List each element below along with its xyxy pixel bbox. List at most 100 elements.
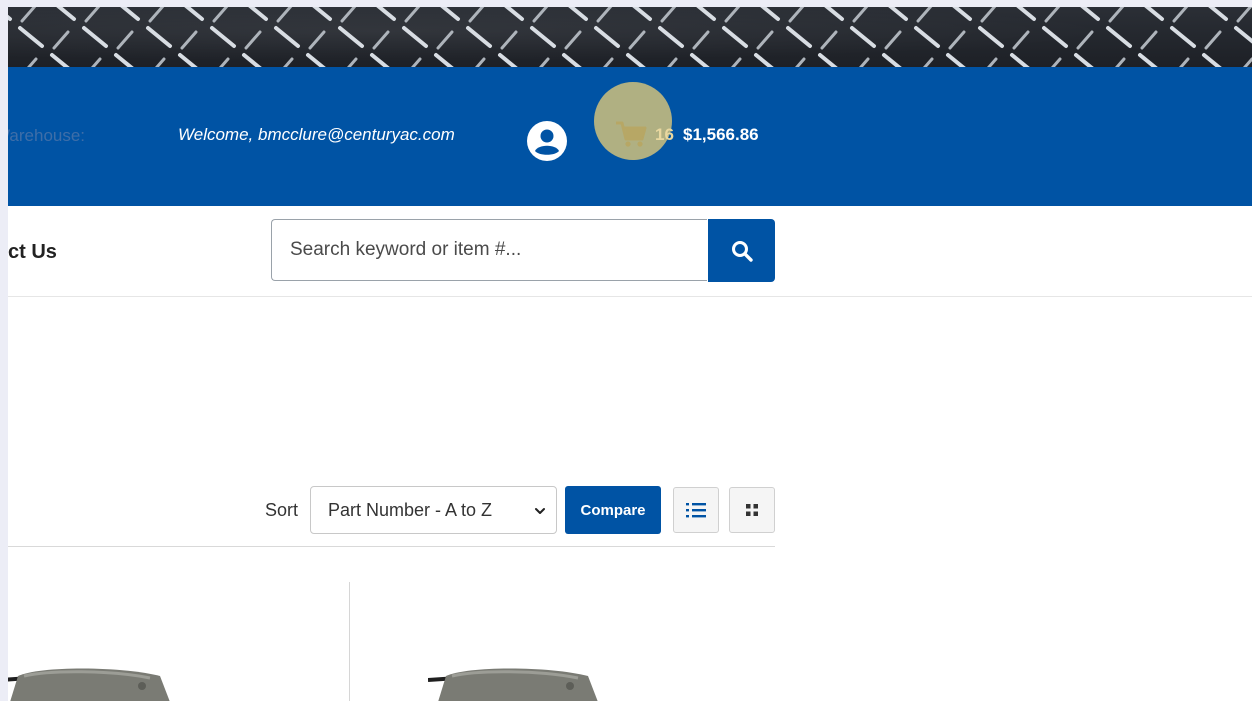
plate-streak bbox=[1106, 26, 1132, 48]
plate-streak bbox=[1042, 26, 1068, 48]
plate-streak bbox=[56, 7, 76, 21]
plate-streak bbox=[539, 57, 550, 67]
plate-streak bbox=[820, 30, 838, 50]
plate-streak bbox=[1170, 26, 1196, 48]
plate-streak bbox=[212, 7, 229, 23]
plate-streak bbox=[946, 53, 966, 67]
plate-streak bbox=[498, 53, 518, 67]
chevron-down-icon bbox=[534, 504, 546, 522]
plate-streak bbox=[120, 7, 140, 21]
plate-streak bbox=[178, 53, 198, 67]
search-input[interactable] bbox=[271, 219, 707, 281]
diamond-plate-pattern bbox=[8, 7, 1252, 67]
plate-streak bbox=[696, 7, 716, 21]
plate-streak bbox=[532, 7, 549, 23]
plate-streak bbox=[434, 53, 454, 67]
site-header: Warehouse: Welcome, bmcclure@centuryac.c… bbox=[8, 67, 1252, 206]
plate-streak bbox=[1051, 57, 1062, 67]
plate-streak bbox=[628, 30, 646, 50]
plate-streak bbox=[274, 26, 300, 48]
plate-streak bbox=[888, 7, 908, 21]
plate-streak bbox=[859, 57, 870, 67]
plate-streak bbox=[155, 57, 166, 67]
product-image-motor[interactable] bbox=[8, 662, 170, 701]
plate-streak bbox=[504, 7, 524, 21]
user-account-icon[interactable] bbox=[526, 120, 568, 162]
plate-streak bbox=[18, 26, 44, 48]
compare-button[interactable]: Compare bbox=[565, 486, 661, 534]
plate-streak bbox=[756, 30, 774, 50]
plate-streak bbox=[987, 57, 998, 67]
warehouse-label: Warehouse: bbox=[8, 126, 86, 145]
plate-streak bbox=[786, 26, 812, 48]
plate-streak bbox=[180, 30, 198, 50]
plate-streak bbox=[148, 7, 165, 23]
plate-streak bbox=[690, 53, 710, 67]
cart-count[interactable]: 16 bbox=[655, 125, 674, 145]
plate-streak bbox=[114, 53, 134, 67]
plate-streak bbox=[210, 26, 236, 48]
plate-streak bbox=[731, 57, 742, 67]
plate-streak bbox=[564, 30, 582, 50]
plate-streak bbox=[50, 53, 70, 67]
sort-select[interactable]: Part Number - A to Z bbox=[310, 486, 557, 534]
list-view-button[interactable] bbox=[673, 487, 719, 533]
plate-streak bbox=[530, 26, 556, 48]
plate-streak bbox=[466, 26, 492, 48]
plate-streak bbox=[8, 14, 12, 21]
plate-streak bbox=[248, 7, 268, 21]
plate-streak bbox=[500, 30, 518, 50]
shopping-cart-icon bbox=[614, 119, 648, 149]
grid-view-button[interactable] bbox=[729, 487, 775, 533]
plate-streak bbox=[91, 57, 102, 67]
diamond-plate-banner bbox=[8, 7, 1252, 67]
page: Warehouse: Welcome, bmcclure@centuryac.c… bbox=[8, 7, 1252, 701]
plate-streak bbox=[436, 30, 454, 50]
plate-streak bbox=[411, 57, 422, 67]
plate-streak bbox=[1138, 53, 1158, 67]
plate-streak bbox=[347, 57, 358, 67]
plate-streak bbox=[1179, 57, 1190, 67]
plate-streak bbox=[1208, 7, 1228, 21]
nav-link-contact-us[interactable]: ct Us bbox=[8, 241, 57, 264]
cart-total[interactable]: $1,566.86 bbox=[683, 125, 759, 145]
plate-streak bbox=[1108, 7, 1125, 23]
plate-streak bbox=[1115, 57, 1126, 67]
plate-streak bbox=[667, 57, 678, 67]
product-image-motor[interactable] bbox=[427, 662, 598, 701]
plate-streak bbox=[850, 26, 876, 48]
plate-streak bbox=[760, 7, 780, 21]
plate-streak bbox=[824, 7, 844, 21]
plate-streak bbox=[219, 57, 230, 67]
plate-streak bbox=[632, 7, 652, 21]
plate-streak bbox=[722, 26, 748, 48]
plate-streak bbox=[980, 7, 997, 23]
plate-streak bbox=[1144, 7, 1164, 21]
plate-streak bbox=[1140, 30, 1158, 50]
plate-streak bbox=[242, 53, 262, 67]
plate-streak bbox=[1044, 7, 1061, 23]
search-button[interactable] bbox=[708, 219, 775, 282]
plate-streak bbox=[952, 7, 972, 21]
plate-streak bbox=[852, 7, 869, 23]
plate-streak bbox=[626, 53, 646, 67]
plate-streak bbox=[283, 57, 294, 67]
plate-streak bbox=[1204, 30, 1222, 50]
sort-label: Sort bbox=[265, 500, 299, 520]
plate-streak bbox=[948, 30, 966, 50]
plate-streak bbox=[27, 57, 38, 67]
nav-bar: ct Us bbox=[8, 206, 1252, 297]
plate-streak bbox=[1172, 7, 1189, 23]
plate-streak bbox=[8, 55, 10, 67]
plate-streak bbox=[692, 30, 710, 50]
plate-streak bbox=[603, 57, 614, 67]
plate-streak bbox=[52, 30, 70, 50]
product-column-divider bbox=[349, 582, 350, 701]
plate-streak bbox=[884, 30, 902, 50]
plate-streak bbox=[724, 7, 741, 23]
plate-streak bbox=[276, 7, 293, 23]
plate-streak bbox=[1080, 7, 1100, 21]
plate-streak bbox=[244, 30, 262, 50]
list-view-icon bbox=[686, 503, 706, 518]
plate-streak bbox=[372, 30, 390, 50]
